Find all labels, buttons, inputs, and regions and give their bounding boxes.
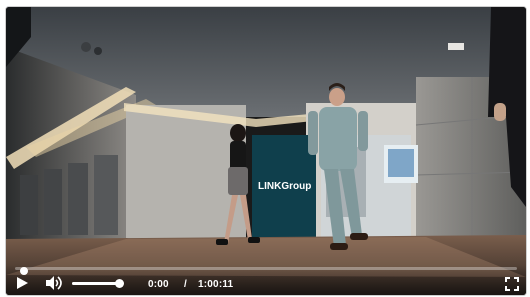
video-player[interactable]: LINKGroup 0:00 / 1:00:11 [5, 6, 527, 296]
play-icon [17, 277, 28, 289]
current-time: 0:00 [148, 279, 169, 290]
volume-icon [46, 276, 62, 290]
duration: 1:00:11 [198, 279, 234, 290]
volume-fill [72, 282, 120, 285]
controls-bar: 0:00 / 1:00:11 [6, 265, 526, 295]
fullscreen-button[interactable] [504, 276, 520, 292]
sign-text: LINKGroup [258, 181, 311, 192]
play-button[interactable] [12, 273, 32, 293]
time-separator: / [184, 279, 187, 290]
progress-bar[interactable] [15, 267, 517, 275]
volume-handle[interactable] [115, 279, 124, 288]
volume-button[interactable] [44, 273, 64, 293]
video-frame[interactable]: LINKGroup [6, 7, 526, 295]
fullscreen-icon [505, 277, 519, 291]
volume-slider[interactable] [72, 279, 124, 288]
